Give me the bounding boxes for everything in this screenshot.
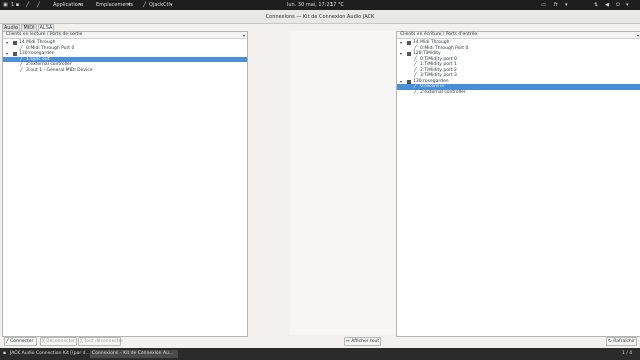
chevron-down-icon: ▾ [170, 2, 173, 8]
connect-icon: ╱ [6, 339, 9, 344]
show-all-button[interactable]: ↔ Afficher tout [344, 337, 381, 346]
input-ports-header[interactable]: Clients en écriture / Ports d'entrée ▾ [397, 32, 640, 39]
show-all-label: Afficher tout [351, 339, 380, 344]
output-ports-header-label: Clients en lecture / Ports de sortie [6, 32, 83, 37]
chevron-down-icon: ▾ [636, 33, 639, 38]
tree-port-row[interactable]: ╱ 3:out 1 - General MIDI Device [3, 68, 247, 74]
connections-area[interactable] [290, 31, 396, 335]
client-icon [407, 79, 411, 84]
port-label: 2:external controller [420, 89, 466, 95]
client-icon [13, 41, 17, 45]
launcher-icon[interactable]: ╱ [26, 2, 29, 8]
chevron-down-icon: ▾ [242, 33, 245, 38]
disconnect-all-button[interactable]: ╳ Tout déconnecter [78, 337, 124, 346]
keyboard-layout[interactable]: fr [554, 2, 558, 8]
client-icon [407, 41, 411, 45]
output-ports-tree[interactable]: Clients en lecture / Ports de sortie ▾ ▾… [2, 31, 248, 337]
chevron-down-icon: ▾ [626, 2, 629, 8]
disconnect-all-label: Tout déconnecter [84, 339, 124, 344]
input-ports-tree[interactable]: Clients en écriture / Ports d'entrée ▾ ▾… [396, 31, 640, 337]
port-icon: ╱ [414, 67, 417, 73]
window-titlebar[interactable]: Connexions — Kit de Connexion Audio JACK [0, 10, 640, 24]
port-icon: ╱ [414, 45, 417, 51]
chevron-down-icon: ▾ [79, 2, 82, 8]
port-icon: ╱ [414, 89, 417, 95]
network-icon[interactable]: ⇅ [594, 2, 598, 8]
disconnect-icon: ╳ [42, 339, 45, 344]
show-desktop-icon[interactable]: ▪ [1, 350, 6, 358]
refresh-label: Rafraîchir [613, 339, 635, 344]
connect-label: Connecter [10, 339, 34, 344]
chevron-down-icon: ▾ [128, 2, 131, 8]
client-icon [407, 52, 411, 56]
top-bar: ▣ 1 ▪ ╱ ╱ Applications ▾ Emplacements ▾ … [0, 0, 640, 10]
port-icon: ╱ [414, 56, 417, 62]
taskbar: ▪ JACK Audio Connection Kit [(par d... C… [0, 348, 640, 360]
workspace-indicator-icon[interactable]: 1 ▪ [11, 2, 19, 8]
clock[interactable]: lun. 30 mai, 17:23 [287, 2, 333, 8]
qjackctl-icon: ╱ [143, 2, 147, 8]
refresh-button[interactable]: ↻ Rafraîchir [606, 337, 637, 346]
client-icon [13, 52, 17, 56]
volume-icon[interactable]: ◀ [605, 2, 609, 8]
port-label: 3:out 1 - General MIDI Device [26, 67, 93, 73]
launcher-icon-2[interactable]: ╱ [37, 2, 40, 8]
weather-indicator[interactable]: 17 °C [330, 2, 344, 8]
show-all-icon: ↔ [346, 339, 350, 344]
task-connections[interactable]: Connexions – Kit de Connexion Au... [90, 350, 178, 358]
port-icon: ╱ [20, 45, 23, 51]
output-ports-header[interactable]: Clients en lecture / Ports de sortie ▾ [3, 32, 247, 39]
input-ports-header-label: Clients en écriture / Ports d'entrée [400, 32, 478, 37]
chevron-down-icon: ▾ [565, 2, 568, 8]
refresh-icon: ↻ [608, 339, 612, 344]
connect-button[interactable]: ╱ Connecter [4, 337, 37, 346]
app-icon-terminal[interactable]: ▣ [3, 2, 8, 8]
window-title: Connexions — Kit de Connexion Audio JACK [265, 14, 375, 20]
app-menu-qjackctl[interactable]: QjackCtl [149, 2, 170, 8]
port-icon: ╱ [20, 67, 23, 73]
port-icon: ╱ [414, 62, 417, 67]
tree-port-row[interactable]: ╱ 2:external controller [397, 90, 640, 96]
disconnect-button[interactable]: ╳ Déconnecter [40, 337, 77, 346]
disconnect-label: Déconnecter [46, 339, 75, 344]
tray-icon[interactable]: ▭ [541, 2, 546, 8]
port-icon: ╱ [20, 56, 23, 62]
workspace-switcher[interactable]: 1 / 4 [620, 350, 638, 358]
disconnect-all-icon: ╳ [80, 339, 83, 344]
power-icon[interactable]: ⏻ [616, 2, 620, 8]
port-icon: ╱ [414, 84, 417, 89]
port-icon: ╱ [414, 73, 417, 78]
port-icon: ╱ [20, 62, 23, 67]
task-jack-main[interactable]: JACK Audio Connection Kit [(par d... [8, 350, 90, 358]
